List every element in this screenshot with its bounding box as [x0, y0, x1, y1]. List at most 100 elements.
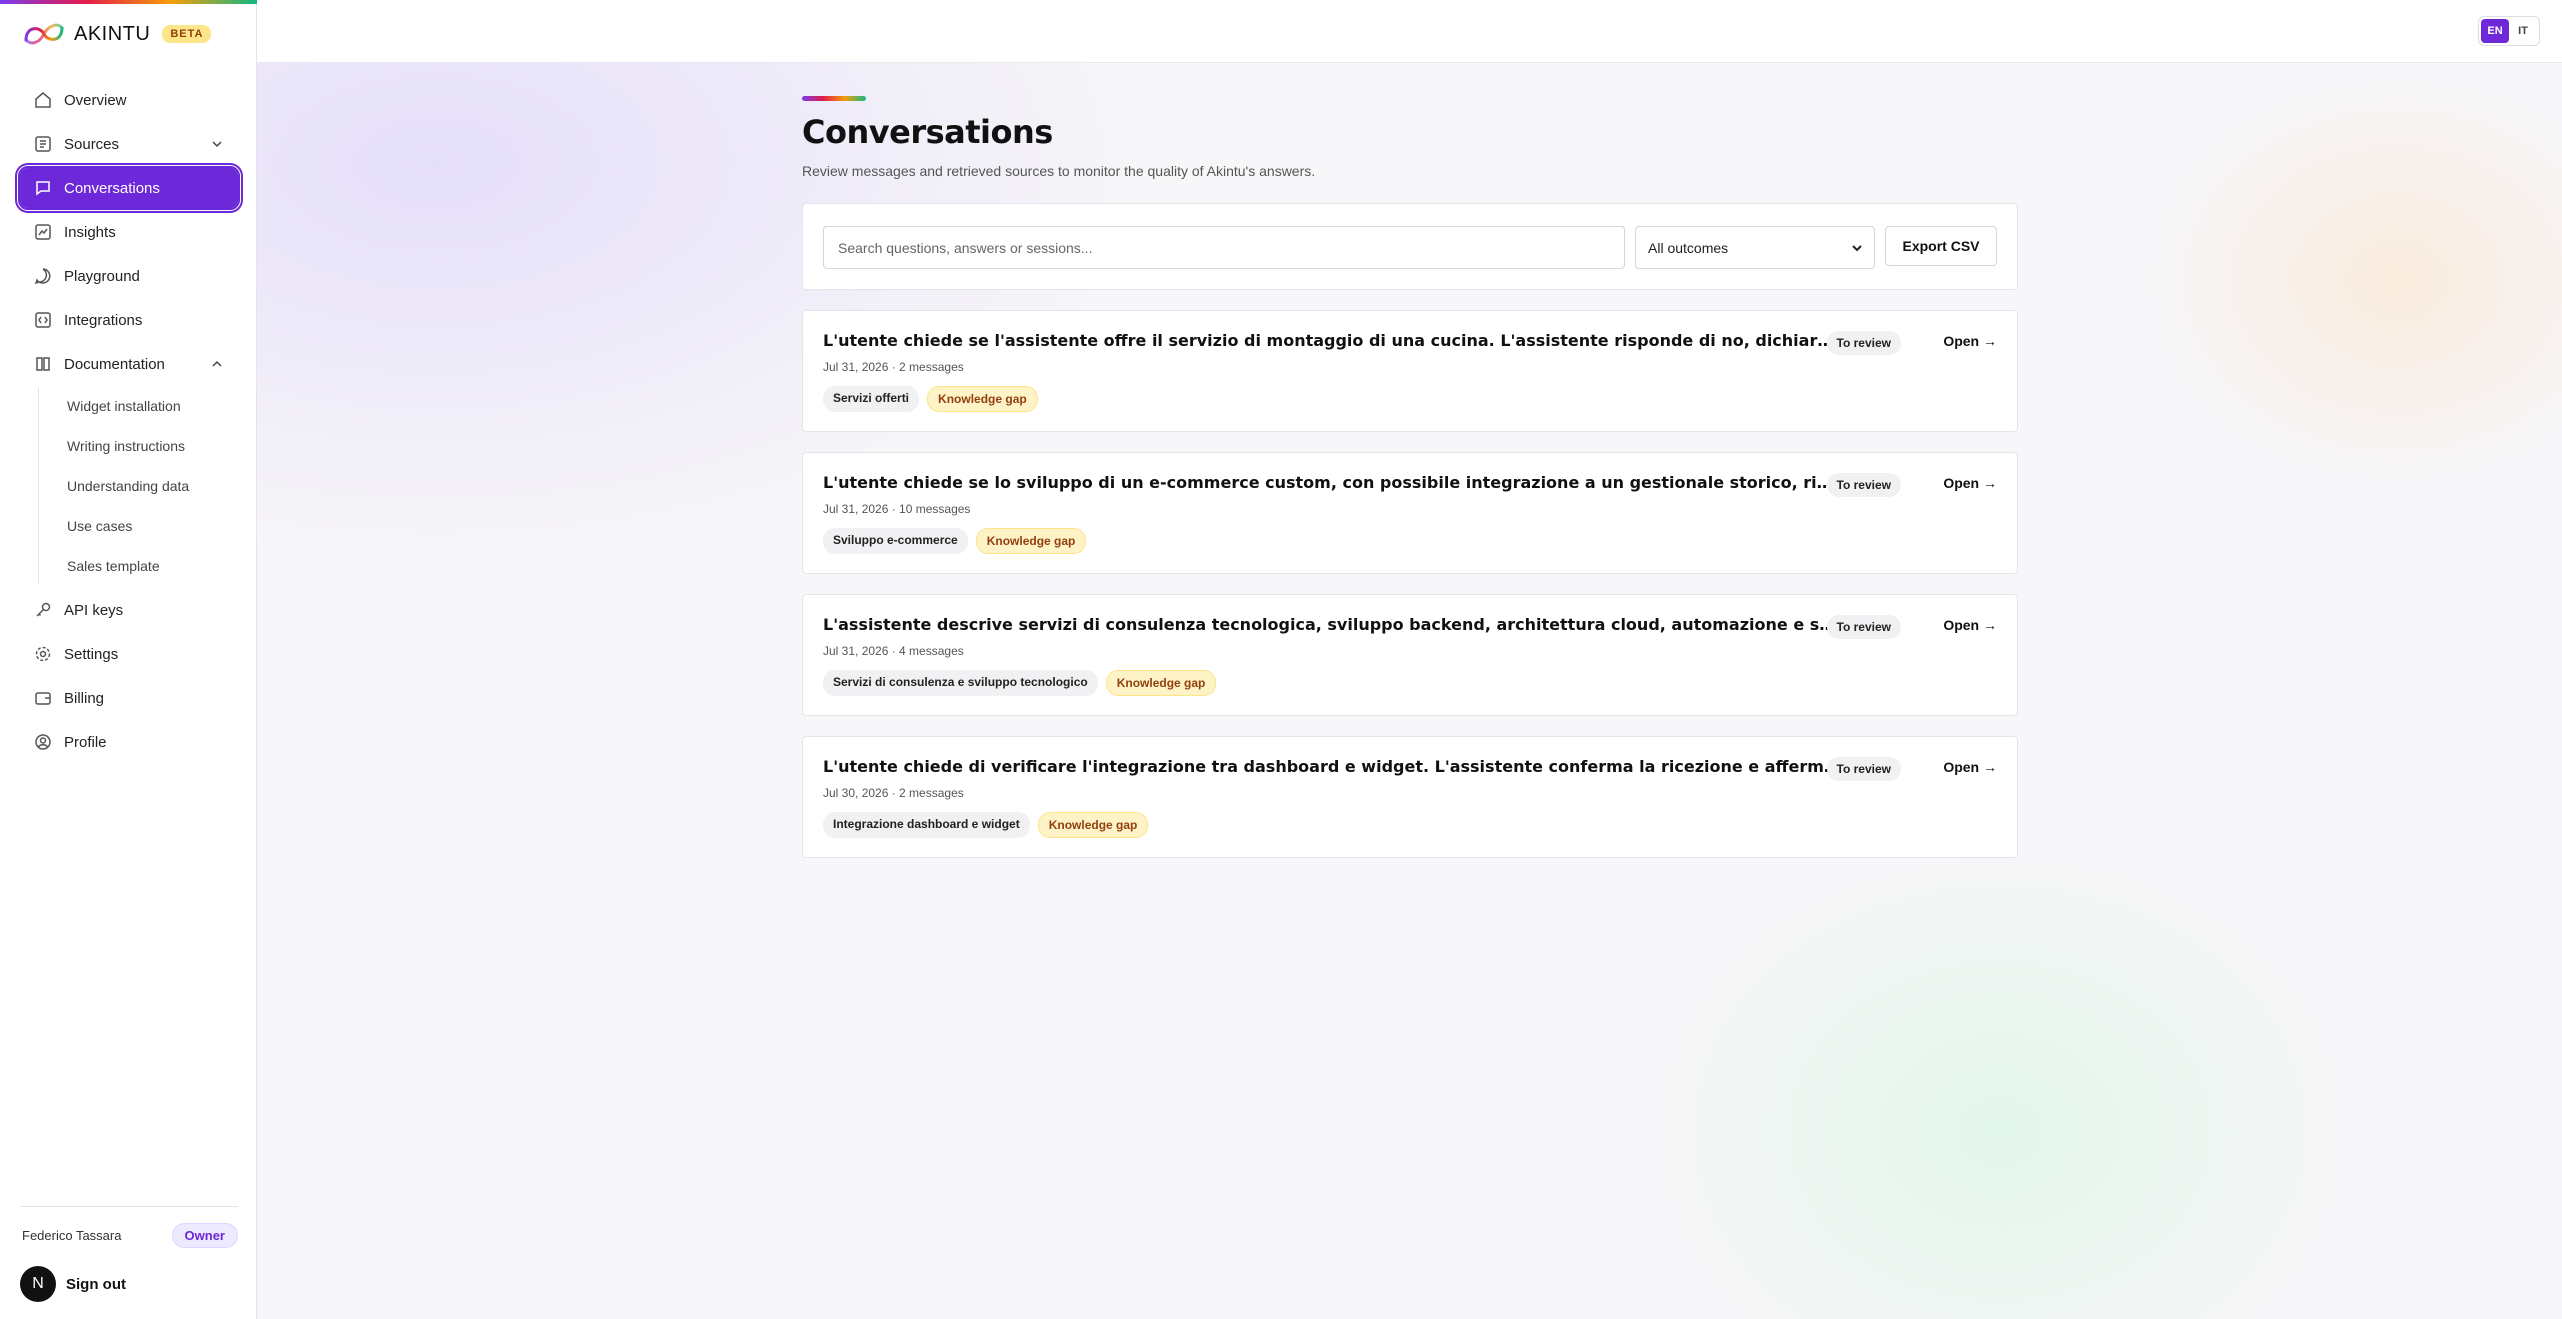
sidebar-subitem-understanding-data[interactable]: Understanding data [47, 468, 238, 504]
status-badge: To review [1826, 615, 1901, 639]
conversation-card[interactable]: L'utente chiede se l'assistente offre il… [802, 310, 2018, 432]
outcome-select[interactable]: All outcomes [1635, 226, 1875, 269]
sidebar-item-label: Conversations [64, 179, 160, 197]
beta-badge: BETA [162, 25, 212, 43]
sidebar-item-label: Billing [64, 689, 105, 707]
background-glow [2150, 80, 2562, 480]
documentation-subnav: Widget installation Writing instructions… [38, 388, 238, 584]
conversation-tags: Sviluppo e-commerce Knowledge gap [823, 528, 1087, 554]
sidebar-item-playground[interactable]: Playground [20, 256, 238, 296]
conversation-card[interactable]: L'assistente descrive servizi di consule… [802, 594, 2018, 716]
sidebar-item-label: Profile [64, 733, 107, 751]
conversation-summary: L'utente chiede di verificare l'integraz… [823, 757, 1843, 776]
lang-it-button[interactable]: IT [2509, 19, 2537, 43]
sidebar-subitem-widget-installation[interactable]: Widget installation [47, 388, 238, 424]
conversation-summary: L'utente chiede se l'assistente offre il… [823, 331, 1843, 350]
sidebar-item-documentation[interactable]: Documentation [20, 344, 238, 384]
sidebar-item-api-keys[interactable]: API keys [20, 590, 238, 630]
search-input[interactable] [823, 226, 1625, 269]
outcome-select-value: All outcomes [1648, 239, 1729, 256]
sidebar-subitem-use-cases[interactable]: Use cases [47, 508, 238, 544]
sidebar-item-integrations[interactable]: Integrations [20, 300, 238, 340]
language-toggle: EN IT [2478, 16, 2540, 46]
home-icon [34, 91, 52, 109]
sidebar-subitem-sales-template[interactable]: Sales template [47, 548, 238, 584]
sidebar-item-sources[interactable]: Sources [20, 124, 238, 164]
sidebar-item-label: Sources [64, 135, 120, 153]
sidebar-item-profile[interactable]: Profile [20, 722, 238, 762]
filter-bar: All outcomes Export CSV [802, 203, 2018, 290]
sidebar-item-overview[interactable]: Overview [20, 80, 238, 120]
knowledge-gap-tag: Knowledge gap [1105, 670, 1217, 696]
sidebar-item-label: Documentation [64, 355, 165, 373]
status-badge: To review [1826, 757, 1901, 781]
sidebar-item-label: API keys [64, 601, 124, 619]
conversation-meta: Jul 31, 2026 · 10 messages [823, 502, 971, 516]
conversation-meta: Jul 30, 2026 · 2 messages [823, 786, 964, 800]
chevron-down-icon[interactable] [210, 137, 224, 151]
wallet-icon [34, 689, 52, 707]
key-icon [34, 601, 52, 619]
conversation-card[interactable]: L'utente chiede se lo sviluppo di un e-c… [802, 452, 2018, 574]
chat-icon [34, 179, 52, 197]
open-conversation-link[interactable]: Open → [1943, 475, 1997, 491]
user-row: Federico Tassara Owner [20, 1223, 238, 1248]
sign-out-button[interactable]: N Sign out [20, 1266, 238, 1302]
user-name: Federico Tassara [22, 1228, 122, 1243]
background-glow [1650, 850, 2350, 1319]
sidebar-item-label: Integrations [64, 311, 143, 329]
sidebar-item-insights[interactable]: Insights [20, 212, 238, 252]
sidebar-item-label: Insights [64, 223, 116, 241]
topic-tag: Sviluppo e-commerce [823, 528, 968, 554]
knowledge-gap-tag: Knowledge gap [975, 528, 1087, 554]
conversation-summary: L'assistente descrive servizi di consule… [823, 615, 1843, 634]
topic-tag: Servizi di consulenza e sviluppo tecnolo… [823, 670, 1098, 696]
sidebar-item-label: Overview [64, 91, 127, 109]
chevron-up-icon[interactable] [210, 357, 224, 371]
role-badge: Owner [171, 1223, 238, 1248]
sidebar-footer: Federico Tassara Owner N Sign out [20, 1206, 238, 1302]
knowledge-gap-tag: Knowledge gap [1037, 812, 1149, 838]
status-badge: To review [1826, 331, 1901, 355]
sidebar-nav: Overview Sources Conversations Insights [18, 80, 240, 766]
conversation-summary: L'utente chiede se lo sviluppo di un e-c… [823, 473, 1843, 492]
database-icon [34, 135, 52, 153]
top-bar: EN IT [257, 0, 2562, 63]
topic-tag: Servizi offerti [823, 386, 920, 412]
conversation-tags: Servizi di consulenza e sviluppo tecnolo… [823, 670, 1217, 696]
sidebar-item-settings[interactable]: Settings [20, 634, 238, 674]
brand-name: AKINTU [74, 22, 151, 45]
chart-icon [34, 223, 52, 241]
conversation-tags: Servizi offerti Knowledge gap [823, 386, 1038, 412]
conversation-meta: Jul 31, 2026 · 2 messages [823, 360, 964, 374]
title-accent-bar [802, 96, 866, 101]
avatar: N [20, 1266, 56, 1302]
export-csv-button[interactable]: Export CSV [1885, 226, 1997, 266]
topic-tag: Integrazione dashboard e widget [823, 812, 1030, 838]
gear-icon [34, 645, 52, 663]
user-icon [34, 733, 52, 751]
open-conversation-link[interactable]: Open → [1943, 759, 1997, 775]
sidebar-item-billing[interactable]: Billing [20, 678, 238, 718]
rainbow-accent [0, 0, 257, 4]
status-badge: To review [1826, 473, 1901, 497]
conversation-tags: Integrazione dashboard e widget Knowledg… [823, 812, 1149, 838]
book-icon [34, 355, 52, 373]
message-circle-icon [34, 267, 52, 285]
sidebar: AKINTU BETA Overview Sources Conversatio… [0, 0, 257, 1319]
conversation-card[interactable]: L'utente chiede di verificare l'integraz… [802, 736, 2018, 858]
sidebar-item-label: Settings [64, 645, 119, 663]
akintu-logo-icon [24, 23, 64, 45]
sidebar-subitem-writing-instructions[interactable]: Writing instructions [47, 428, 238, 464]
knowledge-gap-tag: Knowledge gap [927, 386, 1038, 412]
open-conversation-link[interactable]: Open → [1943, 333, 1997, 349]
page-subtitle: Review messages and retrieved sources to… [802, 163, 1316, 179]
lang-en-button[interactable]: EN [2481, 19, 2509, 43]
brand[interactable]: AKINTU BETA [22, 20, 212, 48]
sidebar-item-conversations[interactable]: Conversations [18, 166, 240, 210]
chevron-down-icon [1852, 244, 1862, 251]
open-conversation-link[interactable]: Open → [1943, 617, 1997, 633]
code-icon [34, 311, 52, 329]
main-content: Conversations Review messages and retrie… [802, 96, 2018, 858]
sign-out-label: Sign out [66, 1275, 126, 1293]
